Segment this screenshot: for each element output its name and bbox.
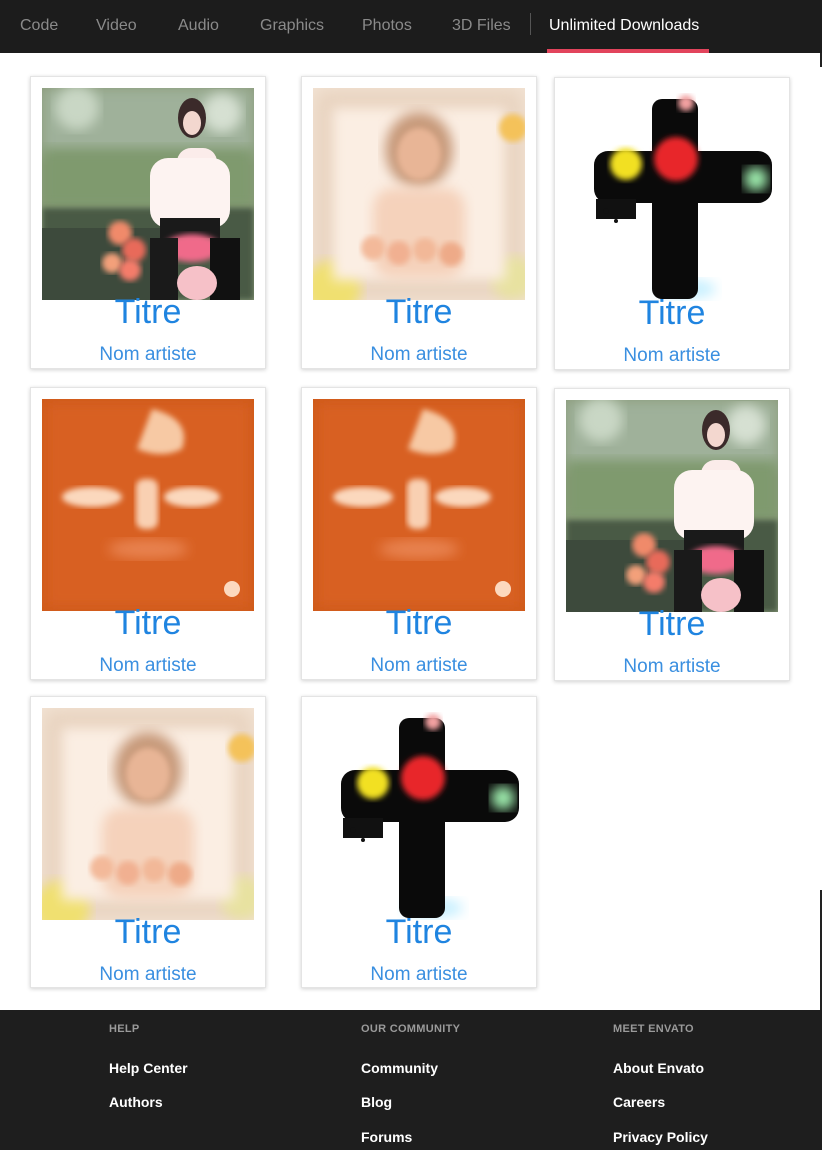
artist-name[interactable]: Nom artiste: [555, 656, 789, 678]
footer-link-forums[interactable]: Forums: [361, 1129, 412, 1145]
artwork-thumbnail-black-cross[interactable]: [313, 708, 525, 920]
footer-link-blog[interactable]: Blog: [361, 1094, 392, 1110]
tab-graphics[interactable]: Graphics: [260, 0, 324, 53]
artist-name[interactable]: Nom artiste: [302, 964, 536, 986]
artwork-card[interactable]: Titre Nom artiste: [301, 76, 537, 369]
artwork-card[interactable]: Titre Nom artiste: [554, 77, 790, 370]
artwork-thumbnail-blurred-portrait[interactable]: [313, 88, 525, 300]
tab-code[interactable]: Code: [20, 0, 58, 53]
footer-link-privacy-policy[interactable]: Privacy Policy: [613, 1129, 708, 1145]
nav-divider: [530, 13, 531, 35]
footer-heading: OUR COMMUNITY: [361, 1023, 461, 1035]
artist-name[interactable]: Nom artiste: [302, 655, 536, 677]
artist-name[interactable]: Nom artiste: [302, 344, 536, 366]
top-navigation: Code Video Audio Graphics Photos 3D File…: [0, 0, 822, 53]
artwork-title[interactable]: Titre: [555, 294, 789, 333]
artwork-thumbnail-orange-face[interactable]: [313, 399, 525, 611]
tab-video[interactable]: Video: [96, 0, 137, 53]
artwork-title[interactable]: Titre: [31, 293, 265, 332]
artwork-card[interactable]: Titre Nom artiste: [554, 388, 790, 681]
footer-heading: HELP: [109, 1023, 140, 1035]
artist-name[interactable]: Nom artiste: [31, 964, 265, 986]
artwork-thumbnail-girl-portrait[interactable]: [42, 88, 254, 300]
artwork-title[interactable]: Titre: [302, 604, 536, 643]
site-footer: HELP Help Center Authors OUR COMMUNITY C…: [0, 1010, 822, 1150]
artwork-title[interactable]: Titre: [31, 913, 265, 952]
artwork-thumbnail-girl-portrait[interactable]: [566, 400, 778, 612]
tab-3d-files[interactable]: 3D Files: [452, 0, 511, 53]
tab-audio[interactable]: Audio: [178, 0, 219, 53]
artist-name[interactable]: Nom artiste: [31, 344, 265, 366]
footer-link-help-center[interactable]: Help Center: [109, 1060, 188, 1076]
artwork-thumbnail-black-cross[interactable]: [566, 89, 778, 301]
artwork-thumbnail-orange-face[interactable]: [42, 399, 254, 611]
artwork-thumbnail-blurred-portrait[interactable]: [42, 708, 254, 920]
footer-link-about-envato[interactable]: About Envato: [613, 1060, 704, 1076]
active-tab-indicator: [547, 49, 709, 53]
artwork-card[interactable]: Titre Nom artiste: [30, 76, 266, 369]
artwork-title[interactable]: Titre: [555, 605, 789, 644]
tab-photos[interactable]: Photos: [362, 0, 412, 53]
artwork-title[interactable]: Titre: [302, 293, 536, 332]
footer-link-community[interactable]: Community: [361, 1060, 438, 1076]
artwork-card[interactable]: Titre Nom artiste: [301, 696, 537, 988]
artwork-title[interactable]: Titre: [31, 604, 265, 643]
artwork-card[interactable]: Titre Nom artiste: [30, 696, 266, 988]
footer-heading: MEET ENVATO: [613, 1023, 694, 1035]
artwork-card[interactable]: Titre Nom artiste: [30, 387, 266, 680]
artist-name[interactable]: Nom artiste: [555, 345, 789, 367]
artist-name[interactable]: Nom artiste: [31, 655, 265, 677]
footer-link-careers[interactable]: Careers: [613, 1094, 665, 1110]
footer-link-authors[interactable]: Authors: [109, 1094, 163, 1110]
tab-unlimited-downloads[interactable]: Unlimited Downloads: [549, 0, 699, 53]
artwork-title[interactable]: Titre: [302, 913, 536, 952]
artwork-card[interactable]: Titre Nom artiste: [301, 387, 537, 680]
